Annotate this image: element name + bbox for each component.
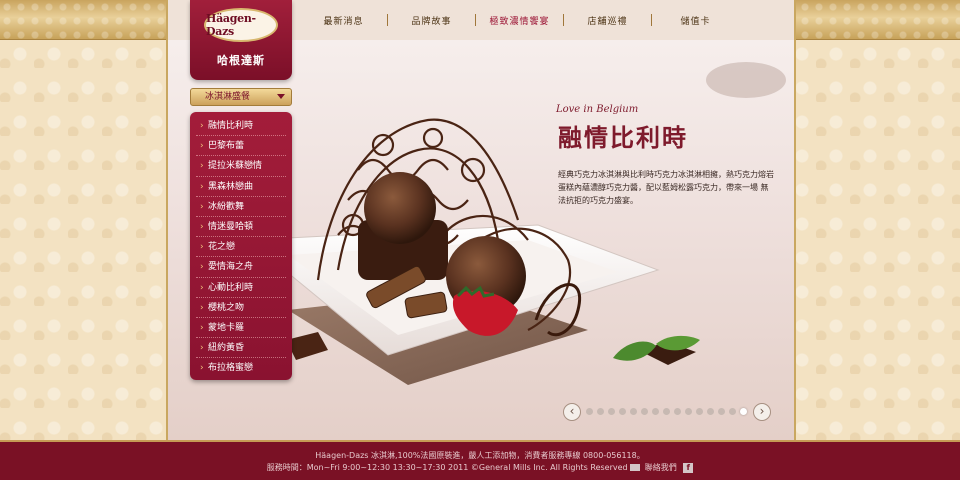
nav-item-stores[interactable]: 店舖巡禮	[564, 14, 651, 27]
menu-item[interactable]: 心動比利時	[196, 278, 286, 298]
menu-item[interactable]: 提拉米蘇戀情	[196, 156, 286, 177]
feature-tagline: Love in Belgium	[556, 104, 639, 115]
menu-item[interactable]: 櫻桃之吻	[196, 298, 286, 318]
category-dropdown-label: 冰淇淋盛餐	[205, 92, 251, 102]
slider-dot[interactable]	[685, 408, 692, 415]
footer-copyright-row: 服務時間：Mon~Fri 9:00~12:30 13:30~17:30 2011…	[0, 462, 960, 473]
slider-dot[interactable]	[707, 408, 714, 415]
slider-dot[interactable]	[729, 408, 736, 415]
main-nav: 最新消息 品牌故事 極致濃情饗宴 店舖巡禮 儲值卡	[300, 8, 739, 32]
logo-wordmark: Häagen-Dazs	[204, 8, 278, 42]
facebook-icon[interactable]: f	[683, 462, 694, 473]
chevron-down-icon	[277, 94, 285, 99]
slider-dot[interactable]	[608, 408, 615, 415]
slider-dot[interactable]	[597, 408, 604, 415]
nav-item-gift-card[interactable]: 儲值卡	[652, 14, 739, 27]
slider-dot[interactable]	[674, 408, 681, 415]
slider-dots	[586, 408, 747, 415]
contact-link[interactable]: 聯絡我們	[645, 463, 677, 472]
feature-description: 經典巧克力冰淇淋與比利時巧克力冰淇淋相擁，熱巧克力熔岩蛋糕內蘊濃醇巧克力醬，配以…	[558, 170, 774, 205]
slider-dot[interactable]	[586, 408, 593, 415]
feature-title: 融情比利時	[558, 123, 688, 152]
footer-notice: Häagen-Dazs 冰淇淋,100%法國原裝進，嚴人工添加物，消費者服務專線…	[315, 451, 645, 460]
slider-dot[interactable]	[718, 408, 725, 415]
menu-item[interactable]: 花之戀	[196, 237, 286, 258]
slider-dot[interactable]	[696, 408, 703, 415]
nav-item-brand-story[interactable]: 品牌故事	[388, 14, 475, 27]
menu-item[interactable]: 布拉格蜜戀	[196, 358, 286, 378]
dessert-menu: 融情比利時 巴黎布蕾 提拉米蘇戀情 黑森林戀曲 冰紛歡舞 情迷曼哈頓 花之戀 愛…	[190, 112, 292, 380]
slider-dot[interactable]	[630, 408, 637, 415]
nav-item-feast[interactable]: 極致濃情饗宴	[476, 14, 563, 27]
menu-item[interactable]: 紐約黃昏	[196, 338, 286, 359]
nav-item-news[interactable]: 最新消息	[300, 14, 387, 27]
menu-item[interactable]: 黑森林戀曲	[196, 177, 286, 197]
slider-dot[interactable]	[663, 408, 670, 415]
slider-dot[interactable]	[652, 408, 659, 415]
logo-chinese-name: 哈根達斯	[217, 54, 265, 67]
menu-item[interactable]: 融情比利時	[196, 116, 286, 137]
mail-icon	[630, 464, 641, 471]
slider-dot[interactable]	[641, 408, 648, 415]
brand-logo[interactable]: Häagen-Dazs 哈根達斯	[190, 0, 292, 80]
menu-item[interactable]: 冰紛歡舞	[196, 197, 286, 217]
menu-item[interactable]: 情迷曼哈頓	[196, 217, 286, 238]
category-dropdown[interactable]: 冰淇淋盛餐	[190, 88, 292, 106]
menu-item[interactable]: 蒙地卡羅	[196, 318, 286, 339]
menu-item[interactable]: 愛情海之舟	[196, 257, 286, 278]
menu-item[interactable]: 巴黎布蕾	[196, 136, 286, 157]
footer: Häagen-Dazs 冰淇淋,100%法國原裝進，嚴人工添加物，消費者服務專線…	[0, 440, 960, 480]
slider-dot[interactable]	[740, 408, 747, 415]
slider-prev-button[interactable]: ‹	[563, 403, 581, 421]
slider-dot[interactable]	[619, 408, 626, 415]
slider-next-button[interactable]: ›	[753, 403, 771, 421]
footer-copyright: 服務時間：Mon~Fri 9:00~12:30 13:30~17:30 2011…	[266, 463, 628, 472]
